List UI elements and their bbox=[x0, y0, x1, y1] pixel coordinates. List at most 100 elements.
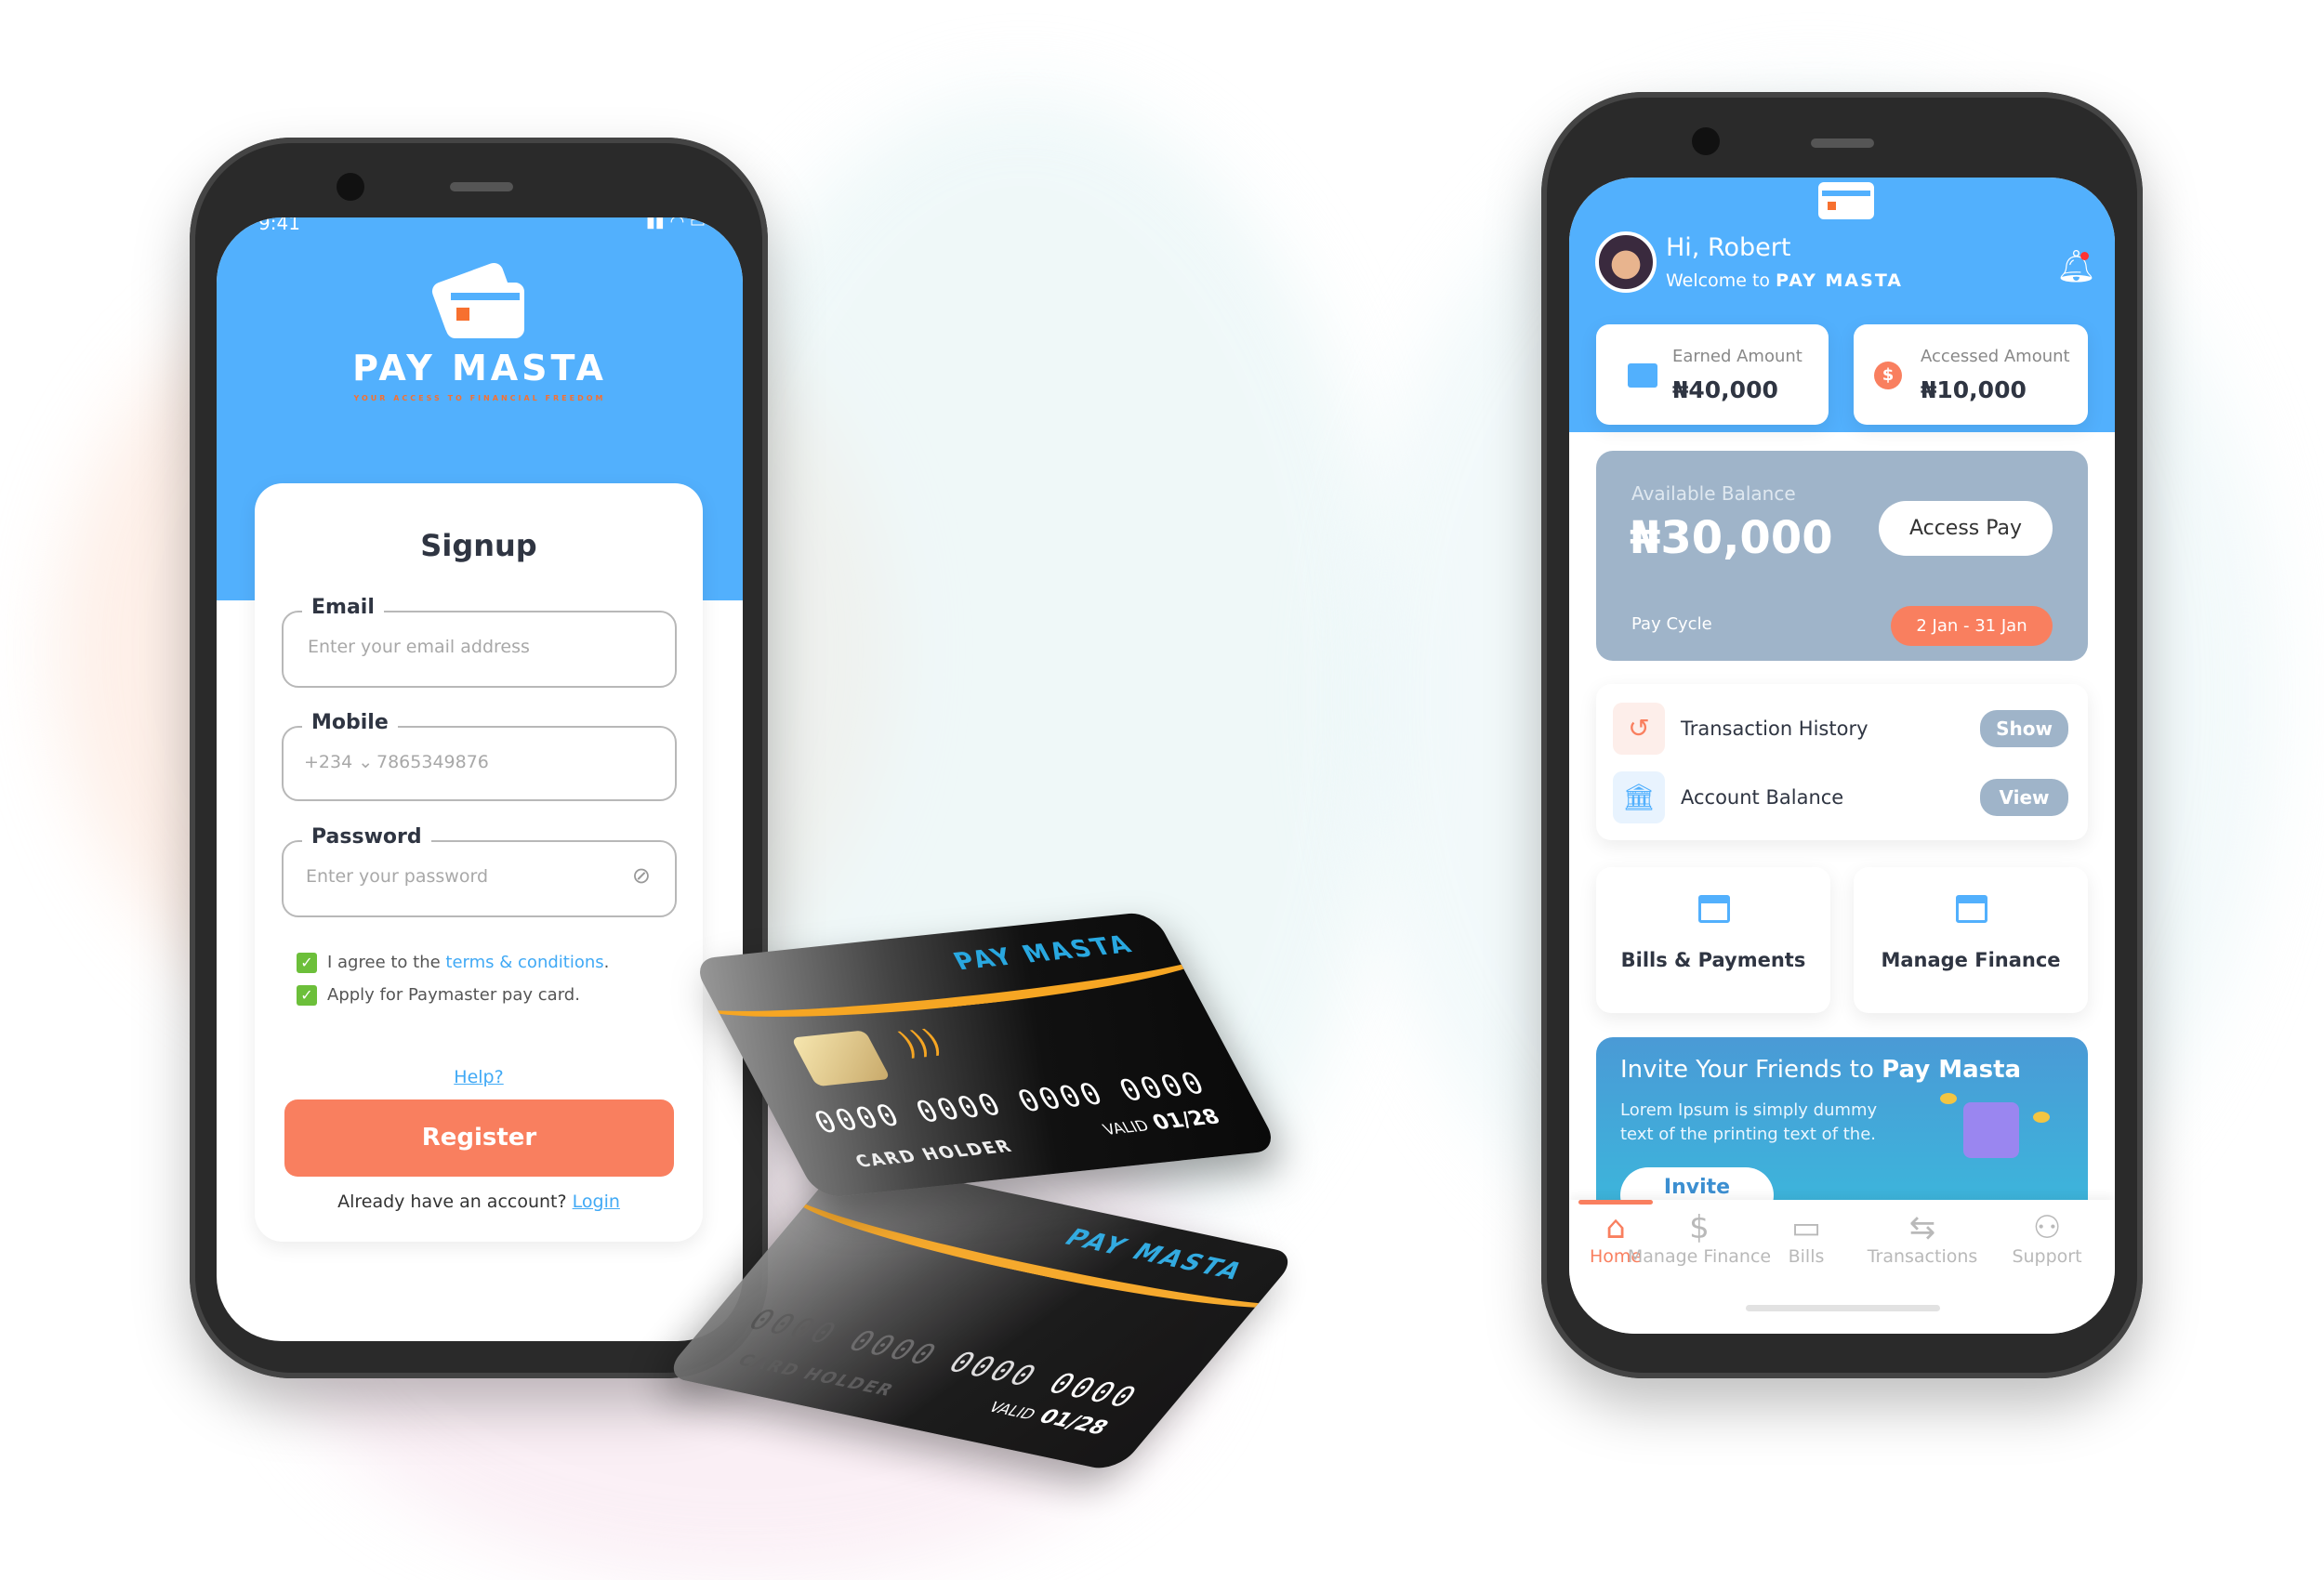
list-item[interactable]: ↺ Transaction History Show bbox=[1596, 684, 2088, 762]
active-tab-indicator bbox=[1578, 1200, 1653, 1205]
bell-icon[interactable]: 🔔︎ bbox=[2056, 248, 2096, 285]
balance-label: Available Balance bbox=[1631, 482, 1796, 505]
transfer-icon: ⇆ bbox=[1908, 1209, 1936, 1246]
tagline: YOUR ACCESS TO FINANCIAL FREEDOM bbox=[353, 394, 606, 402]
terms-text: I agree to the terms & conditions. bbox=[327, 953, 609, 972]
nav-transactions[interactable]: ⇆ Transactions bbox=[1853, 1209, 1992, 1267]
valid-label: VALID bbox=[984, 1398, 1040, 1423]
tile-label: Manage Finance bbox=[1881, 949, 2061, 971]
gift-illustration bbox=[1963, 1102, 2019, 1158]
manage-finance-tile[interactable]: Manage Finance bbox=[1854, 867, 2088, 1013]
coin bbox=[1940, 1093, 1957, 1104]
status-time: 9:41 bbox=[258, 217, 300, 234]
speaker bbox=[450, 182, 513, 191]
accessed-amount-card: $ Accessed Amount ₦10,000 bbox=[1854, 324, 2088, 425]
terms-link[interactable]: terms & conditions bbox=[445, 953, 603, 972]
have-account-text: Already have an account? bbox=[337, 1192, 573, 1212]
earned-label: Earned Amount bbox=[1672, 347, 1802, 366]
camera bbox=[337, 173, 364, 201]
accessed-label: Accessed Amount bbox=[1921, 347, 2070, 366]
terms-checkbox[interactable]: ✓ bbox=[297, 953, 317, 973]
card-number-group: 0000 bbox=[1113, 1065, 1213, 1108]
invite-title-prefix: Invite Your Friends to bbox=[1620, 1056, 1882, 1084]
nav-label: Support bbox=[2012, 1246, 2082, 1267]
nav-label: Bills bbox=[1788, 1246, 1825, 1267]
invite-body: Lorem Ipsum is simply dummy text of the … bbox=[1620, 1100, 1878, 1144]
paymasta-logo-icon bbox=[429, 260, 525, 338]
dollar-icon: $ bbox=[1874, 362, 1902, 389]
mobile-placeholder: 7865349876 bbox=[376, 752, 489, 772]
greeting: Hi, Robert bbox=[1666, 233, 1791, 262]
tile-label: Bills & Payments bbox=[1620, 949, 1806, 971]
list-item[interactable]: 🏛︎ Account Balance View bbox=[1596, 762, 2088, 840]
email-label: Email bbox=[302, 596, 384, 619]
home-indicator bbox=[1746, 1305, 1940, 1311]
home-screen: Hi, Robert Welcome to PAY MASTA 🔔︎ Earne… bbox=[1569, 178, 2115, 1334]
chevron-down-icon: ⌄ bbox=[352, 752, 374, 772]
card-expiry: 01/28 bbox=[1033, 1405, 1114, 1440]
card-chip bbox=[790, 1030, 891, 1087]
card-number-group: 0000 bbox=[807, 1097, 908, 1140]
card-number-group: 0000 bbox=[1010, 1075, 1112, 1119]
card-expiry: 01/28 bbox=[1148, 1105, 1225, 1135]
card-number-group: 0000 bbox=[909, 1086, 1010, 1129]
card-icon bbox=[1956, 895, 1987, 923]
coin bbox=[2033, 1112, 2050, 1123]
welcome-text: Welcome to PAY MASTA bbox=[1666, 270, 1903, 291]
earned-amount-card: Earned Amount ₦40,000 bbox=[1596, 324, 1829, 425]
mobile-label: Mobile bbox=[302, 711, 398, 734]
paycard-text: Apply for Paymaster pay card. bbox=[327, 985, 580, 1005]
history-icon: ↺ bbox=[1613, 703, 1665, 755]
nav-support[interactable]: ⚇ Support bbox=[1991, 1209, 2103, 1267]
user-icon: ⚇ bbox=[2032, 1209, 2062, 1246]
paycard-checkbox[interactable]: ✓ bbox=[297, 985, 317, 1006]
help-link[interactable]: Help? bbox=[255, 1067, 703, 1087]
show-button[interactable]: Show bbox=[1980, 710, 2068, 747]
country-code: +234 bbox=[304, 752, 353, 772]
password-field[interactable]: Password Enter your password ⊘ bbox=[282, 825, 677, 917]
password-placeholder: Enter your password bbox=[306, 866, 489, 887]
camera bbox=[1692, 127, 1720, 155]
avatar[interactable] bbox=[1595, 231, 1657, 293]
page-title: Signup bbox=[420, 528, 537, 563]
wallet-icon bbox=[1628, 363, 1657, 388]
welcome-label: Welcome to bbox=[1666, 270, 1771, 291]
nav-bills[interactable]: ▭ Bills bbox=[1750, 1209, 1862, 1267]
pay-cycle-label: Pay Cycle bbox=[1631, 614, 1712, 634]
quick-links-card: ↺ Transaction History Show 🏛︎ Account Ba… bbox=[1596, 684, 2088, 840]
invite-title: Invite Your Friends to Pay Masta bbox=[1620, 1056, 2021, 1084]
invite-title-brand: Pay Masta bbox=[1882, 1056, 2022, 1084]
logo-text: PAY MASTA bbox=[352, 348, 607, 388]
pay-cycle-badge: 2 Jan - 31 Jan bbox=[1891, 606, 2053, 646]
list-item-label: Transaction History bbox=[1681, 718, 1868, 740]
nav-label: Manage Finance bbox=[1627, 1246, 1772, 1267]
card-holder: CARD HOLDER bbox=[852, 1137, 1017, 1172]
password-label: Password bbox=[302, 825, 431, 849]
contactless-icon: ))) bbox=[892, 1023, 949, 1063]
terms-suffix: . bbox=[603, 953, 610, 972]
card-number-group: 0000 bbox=[840, 1323, 947, 1373]
access-pay-button[interactable]: Access Pay bbox=[1879, 501, 2053, 556]
country-code-select[interactable]: +234 ⌄ bbox=[304, 752, 373, 772]
status-icons: ▮▮ ◠ ▭ bbox=[646, 217, 706, 231]
signup-screen: 9:41 ▮▮ ◠ ▭ PAY MASTA YOUR ACCESS TO FIN… bbox=[217, 217, 743, 1341]
earned-value: ₦40,000 bbox=[1672, 376, 1778, 403]
notification-dot bbox=[2080, 252, 2089, 260]
login-link[interactable]: Login bbox=[573, 1192, 620, 1212]
card-number-group: 0000 bbox=[740, 1302, 848, 1351]
card-icon bbox=[1698, 895, 1730, 923]
welcome-logo: PAY MASTA bbox=[1776, 270, 1904, 291]
eye-off-icon[interactable]: ⊘ bbox=[632, 862, 651, 889]
register-button[interactable]: Register bbox=[284, 1099, 674, 1177]
view-button[interactable]: View bbox=[1980, 779, 2068, 816]
email-field[interactable]: Email Enter your email address bbox=[282, 596, 677, 688]
bill-icon: ▭ bbox=[1790, 1209, 1822, 1246]
mobile-field[interactable]: Mobile +234 ⌄ 7865349876 bbox=[282, 711, 677, 801]
list-item-label: Account Balance bbox=[1681, 786, 1844, 809]
bills-payments-tile[interactable]: Bills & Payments bbox=[1596, 867, 1830, 1013]
bank-icon: 🏛︎ bbox=[1613, 771, 1665, 823]
card-valid: VALID01/28 bbox=[1098, 1106, 1224, 1140]
signup-form: Signup Email Enter your email address Mo… bbox=[255, 483, 703, 1242]
email-placeholder: Enter your email address bbox=[308, 637, 530, 657]
invite-banner: Invite Your Friends to Pay Masta Lorem I… bbox=[1596, 1037, 2088, 1223]
